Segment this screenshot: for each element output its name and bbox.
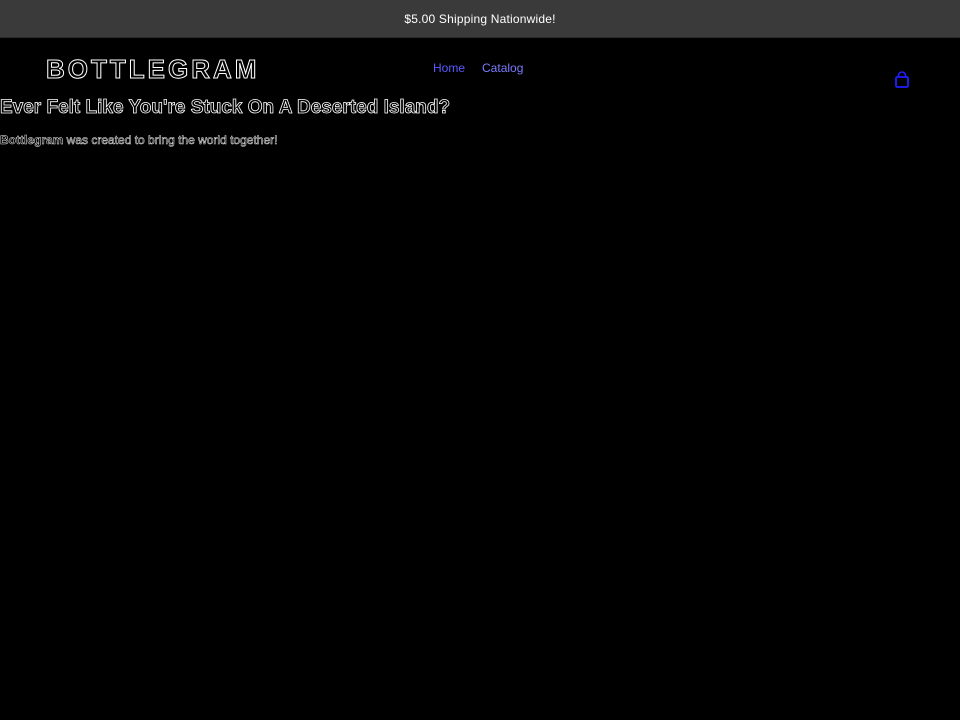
hero-body: Bottlegram was created to bring the worl… bbox=[0, 132, 278, 148]
site-header: BOTTLEGRAM Home Catalog bbox=[0, 38, 960, 100]
announcement-text: $5.00 Shipping Nationwide! bbox=[404, 11, 556, 26]
site-logo[interactable]: BOTTLEGRAM bbox=[45, 54, 259, 85]
hero-body-text: was created to bring the world together! bbox=[63, 133, 278, 148]
bag-icon bbox=[895, 71, 909, 88]
hero-body-brand: Bottlegram bbox=[0, 133, 64, 148]
announcement-bar: $5.00 Shipping Nationwide! bbox=[0, 0, 960, 38]
cart-button[interactable] bbox=[892, 70, 912, 90]
nav-link-home[interactable]: Home bbox=[433, 60, 465, 76]
main-nav: Home Catalog bbox=[433, 60, 523, 76]
hero-heading: Ever Felt Like You're Stuck On A Deserte… bbox=[0, 97, 451, 119]
nav-link-catalog[interactable]: Catalog bbox=[482, 60, 523, 76]
